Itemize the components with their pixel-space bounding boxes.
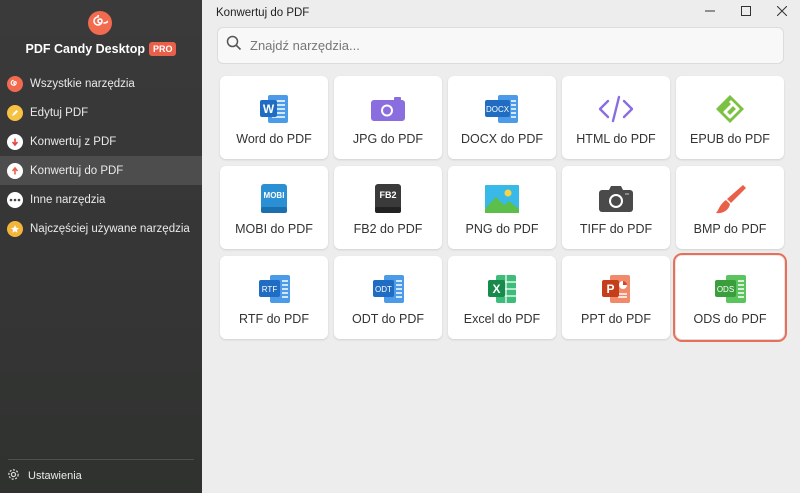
tool-card-word[interactable]: W Word do PDF xyxy=(220,76,328,159)
tool-card-odt[interactable]: ODT ODT do PDF xyxy=(334,256,442,339)
sidebar-item-label: Inne narzędzia xyxy=(30,193,106,206)
excel-icon: X xyxy=(485,272,519,306)
candy-logo-icon xyxy=(88,11,112,35)
svg-text:RTF: RTF xyxy=(262,285,278,294)
tool-label: FB2 do PDF xyxy=(353,222,423,236)
svg-text:ODT: ODT xyxy=(375,285,392,294)
sidebar-item-most-used[interactable]: Najczęściej używane narzędzia xyxy=(0,214,202,243)
main-panel: Konwertuj do PDF W xyxy=(202,0,800,493)
minimize-button[interactable] xyxy=(692,0,728,22)
fb2-icon: FB2 xyxy=(372,182,404,216)
star-icon xyxy=(7,220,23,237)
tool-label: PNG do PDF xyxy=(465,222,539,236)
sidebar-item-all-tools[interactable]: Wszystkie narzędzia xyxy=(0,69,202,98)
sidebar-item-label: Konwertuj z PDF xyxy=(30,135,117,148)
svg-text:ODS: ODS xyxy=(717,285,734,294)
bmp-icon xyxy=(713,182,747,216)
mobi-icon: MOBI xyxy=(258,182,290,216)
gear-icon xyxy=(7,468,20,484)
candy-logo-icon xyxy=(7,75,23,92)
sidebar-item-label: Najczęściej używane narzędzia xyxy=(30,222,190,235)
window-controls xyxy=(692,0,800,22)
tool-label: HTML do PDF xyxy=(576,132,656,146)
tool-card-ods[interactable]: ODS ODS do PDF xyxy=(673,253,787,342)
divider xyxy=(8,459,194,460)
tool-card-html[interactable]: HTML do PDF xyxy=(562,76,670,159)
tools-grid: W Word do PDF JPG do PDF DOCX DOCX do PD… xyxy=(220,76,787,342)
sidebar-item-edit-pdf[interactable]: Edytuj PDF xyxy=(0,98,202,127)
ppt-icon: P xyxy=(599,272,633,306)
svg-text:P: P xyxy=(606,282,614,296)
sidebar: PDF Candy Desktop PRO Wszystkie narzędzi… xyxy=(0,0,202,493)
ods-icon: ODS xyxy=(712,272,748,306)
tool-label: Excel do PDF xyxy=(463,312,541,326)
tool-card-docx[interactable]: DOCX DOCX do PDF xyxy=(448,76,556,159)
sidebar-item-label: Edytuj PDF xyxy=(30,106,89,119)
sidebar-nav: Wszystkie narzędzia Edytuj PDF Konwertuj… xyxy=(0,69,202,243)
search-input[interactable] xyxy=(250,38,750,53)
tool-label: DOCX do PDF xyxy=(461,132,543,146)
tool-label: RTF do PDF xyxy=(239,312,309,326)
tool-label: ODS do PDF xyxy=(693,312,767,326)
svg-text:X: X xyxy=(492,282,500,296)
tool-card-ppt[interactable]: P PPT do PDF xyxy=(562,256,670,339)
sidebar-item-convert-from-pdf[interactable]: Konwertuj z PDF xyxy=(0,127,202,156)
png-icon xyxy=(484,182,520,216)
tool-card-tiff[interactable]: TIFF do PDF xyxy=(562,166,670,249)
window-title: Konwertuj do PDF xyxy=(216,7,310,19)
odt-icon: ODT xyxy=(370,272,406,306)
tool-label: EPUB do PDF xyxy=(690,132,770,146)
tool-label: BMP do PDF xyxy=(693,222,767,236)
tiff-icon xyxy=(598,182,634,216)
sidebar-item-label: Konwertuj do PDF xyxy=(30,164,124,177)
search-icon xyxy=(226,35,242,56)
svg-text:MOBI: MOBI xyxy=(264,191,285,200)
app-name: PDF Candy Desktop xyxy=(25,42,145,56)
word-icon: W xyxy=(257,92,291,126)
pen-icon xyxy=(7,104,23,121)
tool-card-mobi[interactable]: MOBI MOBI do PDF xyxy=(220,166,328,249)
tool-label: ODT do PDF xyxy=(351,312,424,326)
svg-text:FB2: FB2 xyxy=(379,190,396,200)
sidebar-item-other-tools[interactable]: Inne narzędzia xyxy=(0,185,202,214)
epub-icon xyxy=(714,92,746,126)
html-icon xyxy=(598,92,634,126)
more-dots-icon xyxy=(7,191,23,208)
rtf-icon: RTF xyxy=(256,272,292,306)
arrow-down-icon xyxy=(7,133,23,150)
tool-card-png[interactable]: PNG do PDF xyxy=(448,166,556,249)
tool-card-epub[interactable]: EPUB do PDF xyxy=(676,76,784,159)
svg-text:W: W xyxy=(263,102,275,116)
tool-card-excel[interactable]: X Excel do PDF xyxy=(448,256,556,339)
tool-card-fb2[interactable]: FB2 FB2 do PDF xyxy=(334,166,442,249)
sidebar-item-convert-to-pdf[interactable]: Konwertuj do PDF xyxy=(0,156,202,185)
tool-label: TIFF do PDF xyxy=(579,222,653,236)
tool-card-rtf[interactable]: RTF RTF do PDF xyxy=(220,256,328,339)
svg-text:DOCX: DOCX xyxy=(486,105,510,114)
tool-label: JPG do PDF xyxy=(352,132,424,146)
search-box[interactable] xyxy=(217,27,784,64)
app-brand: PDF Candy Desktop PRO xyxy=(0,42,202,56)
tool-card-bmp[interactable]: BMP do PDF xyxy=(676,166,784,249)
tool-label: PPT do PDF xyxy=(581,312,651,326)
settings-label: Ustawienia xyxy=(28,470,82,482)
maximize-button[interactable] xyxy=(728,0,764,22)
jpg-icon xyxy=(370,92,406,126)
sidebar-item-label: Wszystkie narzędzia xyxy=(30,77,135,90)
tool-label: MOBI do PDF xyxy=(235,222,313,236)
settings-button[interactable]: Ustawienia xyxy=(7,468,82,484)
close-button[interactable] xyxy=(764,0,800,22)
tool-card-jpg[interactable]: JPG do PDF xyxy=(334,76,442,159)
docx-icon: DOCX xyxy=(484,92,520,126)
pro-badge: PRO xyxy=(148,42,177,56)
arrow-up-icon xyxy=(7,162,23,179)
tool-label: Word do PDF xyxy=(236,132,312,146)
